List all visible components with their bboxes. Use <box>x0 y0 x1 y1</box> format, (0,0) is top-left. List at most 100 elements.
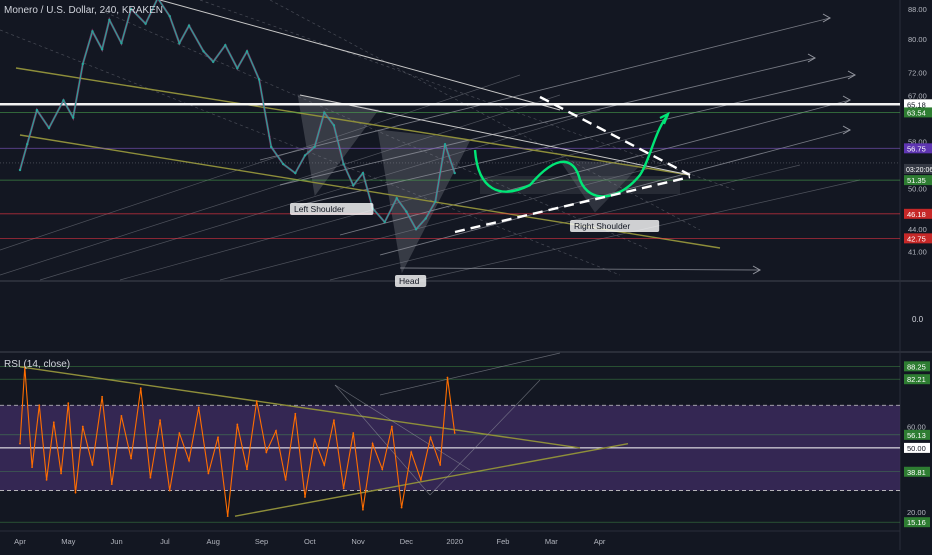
price-point <box>303 154 307 157</box>
symbol-title[interactable]: Monero / U.S. Dollar, 240, KRAKEN <box>4 5 163 16</box>
rsi-point <box>246 468 248 471</box>
time-axis-tick: Apr <box>594 537 606 546</box>
price-axis-tick: 44.00 <box>908 225 927 234</box>
rsi-axis-tick: 20.00 <box>907 508 926 517</box>
rsi-point <box>446 376 449 379</box>
rsi-axis-tick: 88.25 <box>907 362 926 371</box>
rsi-point <box>313 438 316 441</box>
rsi-point <box>236 423 239 426</box>
price-point <box>187 24 191 27</box>
trading-chart[interactable]: Left Shoulder Right Shoulder Head 0.0 88.00… <box>0 0 932 550</box>
rsi-point <box>52 421 55 424</box>
price-point <box>269 145 273 149</box>
price-point <box>168 15 171 18</box>
rsi-point <box>110 483 113 486</box>
price-axis-tick: 72.00 <box>908 69 927 78</box>
time-axis-tick: Dec <box>400 537 414 546</box>
price-axis-tick: 80.00 <box>908 35 927 44</box>
rsi-point <box>130 457 132 460</box>
rsi-point <box>294 412 297 415</box>
time-axis-tick: 2020 <box>446 537 463 546</box>
price-point <box>323 111 326 114</box>
price-point <box>178 41 181 45</box>
rsi-point <box>45 478 48 481</box>
chart-canvas[interactable]: Left Shoulder Right Shoulder Head 0.0 88.00… <box>0 0 932 550</box>
price-point <box>62 99 65 102</box>
price-point <box>361 171 365 175</box>
rsi-point <box>453 432 456 434</box>
rsi-point <box>381 468 384 471</box>
rsi-point <box>101 395 104 398</box>
rsi-axis-tick: 56.13 <box>907 431 926 440</box>
price-point <box>71 116 75 119</box>
price-point <box>424 217 427 220</box>
price-point <box>35 108 39 112</box>
right-shoulder-label[interactable]: Right Shoulder <box>574 221 630 231</box>
rsi-point <box>255 400 258 402</box>
rsi-point <box>362 508 364 511</box>
time-axis-tick: Aug <box>207 537 220 546</box>
price-point <box>434 200 437 203</box>
price-point <box>405 210 408 213</box>
rsi-point <box>74 491 77 494</box>
time-axis-tick: May <box>61 537 75 546</box>
rsi-point <box>139 387 142 390</box>
time-axis-tick: Apr <box>14 537 26 546</box>
rsi-point <box>67 402 70 405</box>
price-point <box>395 197 398 200</box>
rsi-point <box>197 406 200 409</box>
price-point <box>383 220 386 224</box>
rsi-point <box>410 451 413 454</box>
price-point <box>26 142 29 146</box>
rsi-point <box>207 472 210 475</box>
head-label[interactable]: Head <box>399 276 420 286</box>
price-point <box>282 162 285 166</box>
time-axis-tick: Feb <box>497 537 510 546</box>
price-axis-tick: 88.00 <box>908 5 927 14</box>
price-point <box>212 60 215 64</box>
price-point <box>443 142 447 146</box>
rsi-point <box>371 442 374 445</box>
countdown-label: 03:20:06 <box>906 167 932 174</box>
price-point <box>81 62 84 66</box>
rsi-title[interactable]: RSI (14, close) <box>4 359 70 370</box>
time-axis-tick: Jul <box>160 537 170 546</box>
time-axis-tick: Sep <box>255 537 268 546</box>
rsi-point <box>429 436 432 439</box>
rsi-point <box>38 404 41 407</box>
rsi-point <box>265 451 268 454</box>
price-point <box>294 171 297 175</box>
price-tag-4: 46.18 <box>907 210 926 219</box>
price-point <box>108 18 111 22</box>
price-point <box>202 50 205 53</box>
price-point <box>245 50 249 53</box>
rsi-point <box>120 415 123 417</box>
price-point <box>352 184 355 187</box>
price-point <box>144 22 147 25</box>
price-point <box>414 227 418 231</box>
price-point <box>453 171 456 175</box>
rsi-point <box>439 464 442 466</box>
price-point <box>47 126 51 130</box>
rsi-point <box>226 515 229 518</box>
rsi-point <box>391 425 393 428</box>
price-point <box>257 78 261 81</box>
price-axis-tick: 50.00 <box>908 185 927 194</box>
rsi-axis-tick: 15.16 <box>907 518 926 527</box>
price-tag-2: 56.75 <box>907 144 926 153</box>
left-shoulder-label[interactable]: Left Shoulder <box>294 204 345 214</box>
price-point <box>236 67 239 70</box>
rsi-point <box>304 496 306 498</box>
price-point <box>332 124 336 127</box>
rsi-point <box>323 464 326 466</box>
price-tag-3: 51.35 <box>907 176 926 185</box>
rsi-point <box>352 432 355 434</box>
time-axis-tick: Nov <box>351 537 365 546</box>
rsi-point <box>333 419 335 422</box>
rsi-axis-tick: 50.00 <box>907 444 926 453</box>
rsi-point <box>168 489 171 492</box>
rsi-point <box>159 419 161 422</box>
time-axis-tick: Jun <box>111 537 123 546</box>
rsi-point <box>400 506 403 509</box>
rsi-point <box>284 478 287 481</box>
